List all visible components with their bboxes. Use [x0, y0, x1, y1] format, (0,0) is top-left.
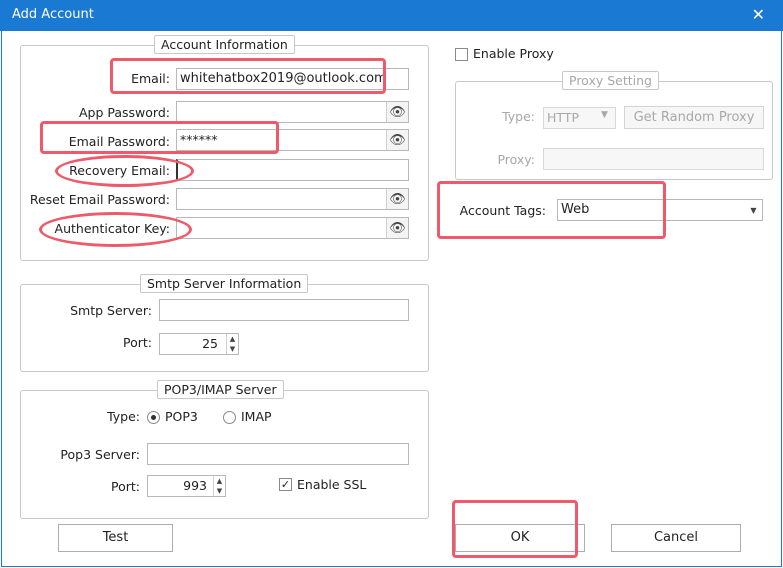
proxy-field[interactable]	[543, 148, 764, 170]
account-info-legend: Account Information	[154, 35, 295, 54]
authenticator-key-field[interactable]	[176, 217, 409, 239]
pop3-legend: POP3/IMAP Server	[157, 380, 284, 399]
authenticator-key-label: Authenticator Key:	[54, 221, 170, 236]
imap-radio[interactable]	[223, 411, 236, 424]
imap-radio-label: IMAP	[241, 409, 272, 424]
spin-arrows-icon[interactable]: ▲ ▼	[226, 334, 238, 354]
chevron-down-icon[interactable]: ▼	[745, 200, 762, 220]
account-tags-label: Account Tags:	[459, 203, 546, 218]
window-title: Add Account	[12, 7, 94, 22]
reset-email-password-label: Reset Email Password:	[29, 192, 170, 207]
eye-icon[interactable]: 👁	[386, 102, 408, 122]
pop3-server-field[interactable]	[147, 443, 409, 465]
smtp-server-field[interactable]	[159, 299, 409, 321]
smtp-group: Smtp Server Information	[20, 274, 429, 372]
ok-button[interactable]: OK	[455, 524, 585, 552]
proxy-type-label: Type:	[502, 109, 535, 124]
chevron-down-icon: ▼	[601, 110, 608, 120]
proxy-label: Proxy:	[497, 152, 535, 167]
recovery-email-field[interactable]	[176, 159, 409, 181]
enable-proxy-label: Enable Proxy	[473, 46, 554, 61]
email-password-label: Email Password:	[68, 134, 170, 149]
smtp-server-label: Smtp Server:	[70, 303, 152, 318]
eye-icon[interactable]: 👁	[386, 130, 408, 150]
pop3-port-label: Port:	[111, 479, 140, 494]
pop-type-label: Type:	[107, 409, 140, 424]
pop3-radio-label: POP3	[165, 409, 198, 424]
test-button[interactable]: Test	[58, 524, 173, 552]
reset-email-password-field[interactable]	[176, 188, 409, 210]
enable-ssl-checkbox[interactable]: ✓	[279, 478, 292, 491]
spin-arrows-icon[interactable]: ▲ ▼	[213, 476, 225, 496]
proxy-setting-legend: Proxy Setting	[562, 71, 659, 90]
eye-icon[interactable]: 👁	[386, 218, 408, 238]
enable-proxy-checkbox[interactable]	[455, 48, 468, 61]
pop3-server-label: Pop3 Server:	[60, 447, 140, 462]
eye-icon[interactable]: 👁	[386, 189, 408, 209]
smtp-legend: Smtp Server Information	[140, 274, 309, 293]
get-random-proxy-button[interactable]: Get Random Proxy	[624, 106, 764, 129]
close-icon[interactable]: ✕	[752, 5, 765, 24]
account-tags-select[interactable]: Web	[557, 199, 763, 221]
email-password-field[interactable]: ******	[176, 129, 409, 151]
email-field[interactable]: whitehatbox2019@outlook.com	[176, 68, 409, 90]
cancel-button[interactable]: Cancel	[611, 524, 741, 552]
title-bar: Add Account ✕	[0, 0, 783, 31]
app-password-label: App Password:	[79, 105, 170, 120]
recovery-email-label: Recovery Email:	[69, 163, 170, 178]
enable-ssl-label: Enable SSL	[297, 477, 367, 492]
app-password-field[interactable]	[176, 101, 409, 123]
smtp-port-label: Port:	[123, 335, 152, 350]
email-label: Email:	[131, 71, 170, 86]
pop3-radio[interactable]	[147, 411, 160, 424]
